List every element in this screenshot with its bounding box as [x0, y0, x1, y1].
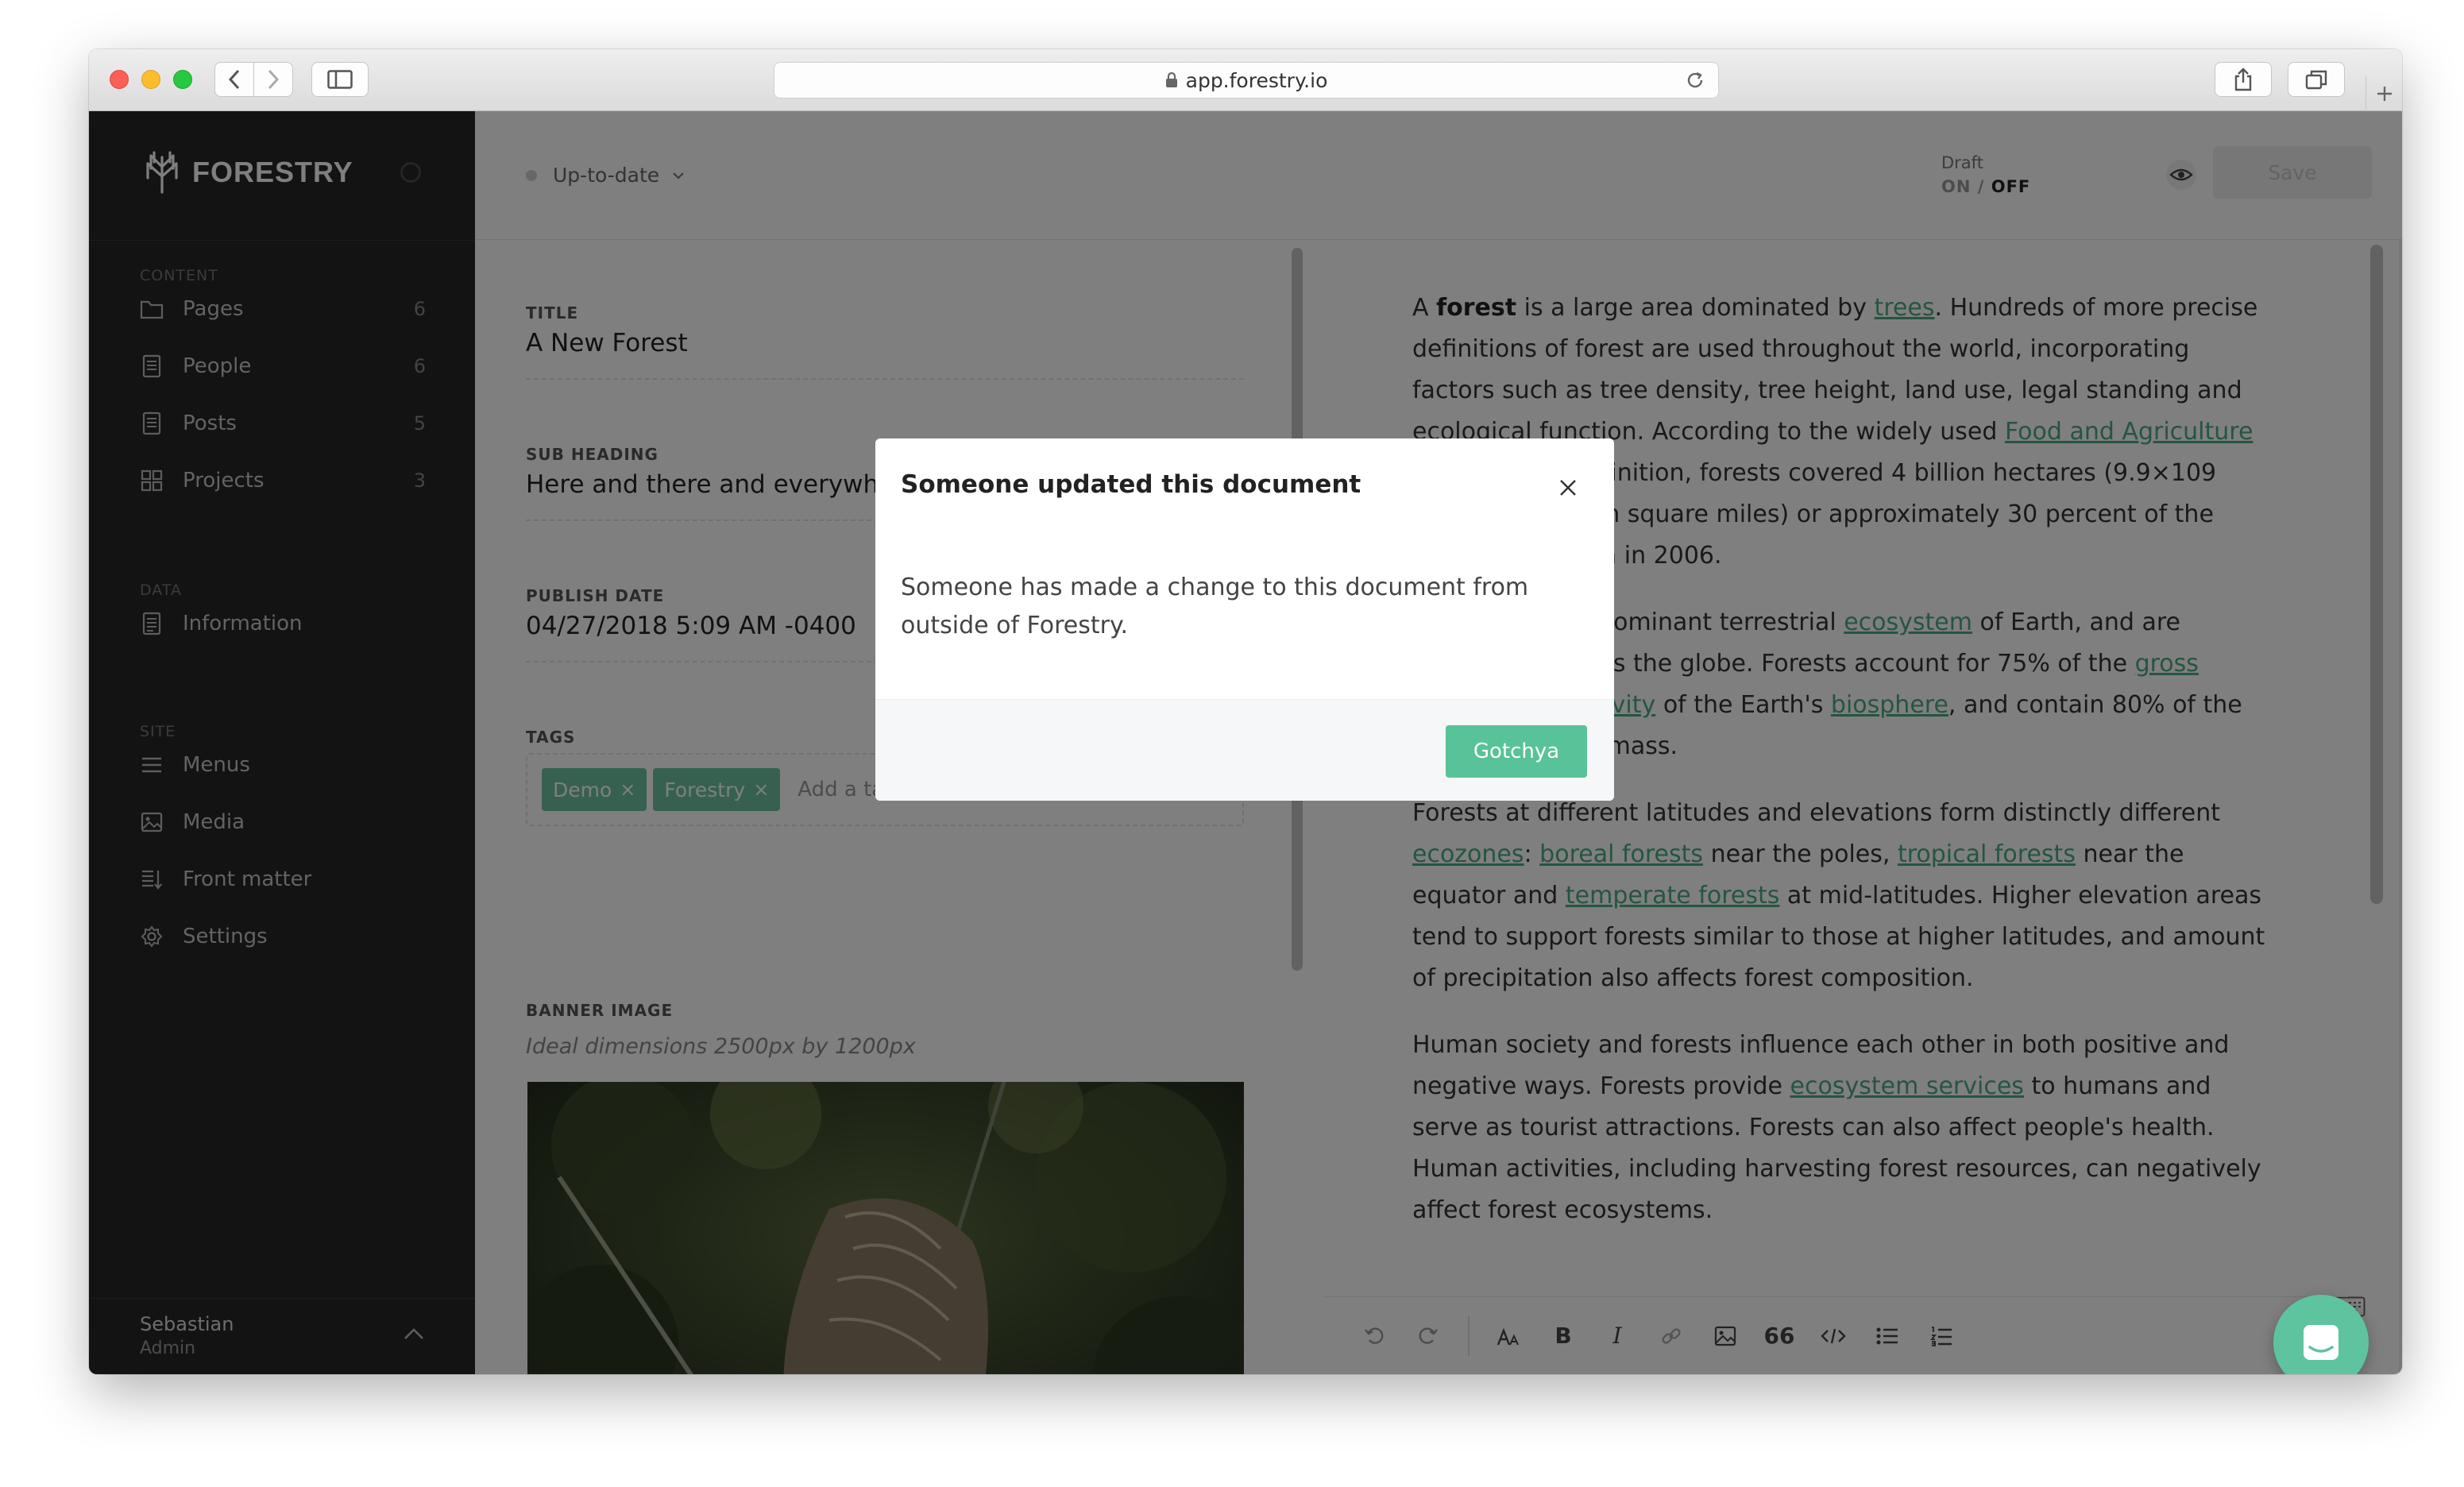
lock-icon [1165, 72, 1177, 87]
close-icon[interactable] [1558, 478, 1578, 497]
sidebar-toggle-button[interactable] [311, 62, 369, 97]
url-text: app.forestry.io [1185, 68, 1328, 92]
gotchya-button[interactable]: Gotchya [1446, 725, 1587, 778]
tabs-overview-button[interactable] [2288, 62, 2345, 97]
browser-window: app.forestry.io FORESTRY CONTENT [89, 49, 2402, 1374]
back-button[interactable] [214, 62, 254, 97]
sidebar-icon [327, 70, 353, 89]
dialog-message: Someone has made a change to this docume… [901, 574, 1529, 639]
chat-icon [2304, 1325, 2338, 1360]
share-icon [2234, 68, 2252, 91]
chevron-left-icon [228, 69, 240, 90]
chevron-right-icon [268, 69, 280, 90]
close-window-button[interactable] [110, 70, 129, 89]
new-tab-button[interactable] [2366, 76, 2402, 111]
address-bar[interactable]: app.forestry.io [774, 62, 1719, 98]
tabs-icon [2305, 70, 2327, 90]
share-button[interactable] [2215, 62, 2272, 97]
zoom-window-button[interactable] [173, 70, 192, 89]
minimize-window-button[interactable] [141, 70, 160, 89]
browser-titlebar: app.forestry.io [89, 49, 2402, 111]
dialog-footer: Gotchya [875, 699, 1614, 801]
forestry-app: FORESTRY CONTENT Pages 6 People 6 Posts … [89, 111, 2402, 1374]
forward-button[interactable] [253, 62, 293, 97]
dialog-title: Someone updated this document [901, 470, 1361, 499]
document-updated-dialog: Someone updated this document Someone ha… [875, 438, 1614, 801]
reload-icon[interactable] [1685, 70, 1705, 91]
plus-icon [2377, 87, 2392, 101]
